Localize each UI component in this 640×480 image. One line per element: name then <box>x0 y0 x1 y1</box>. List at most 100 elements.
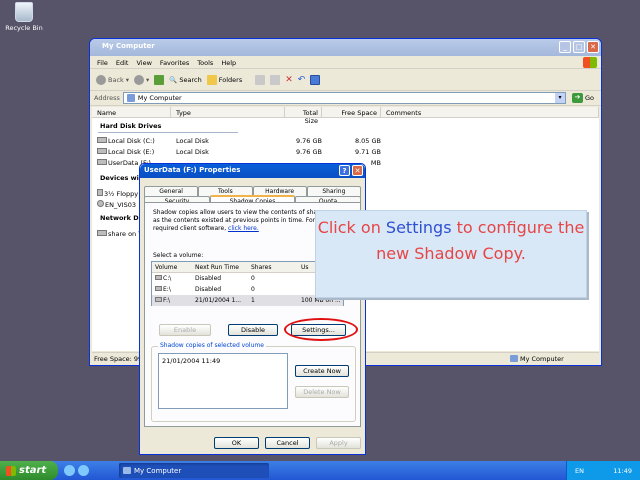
drive-total: 9.76 GB <box>295 147 322 156</box>
ok-button[interactable]: OK <box>214 437 259 449</box>
help-button[interactable]: ? <box>339 165 350 176</box>
device-name: 3½ Floppy <box>104 190 139 198</box>
window-title: My Computer <box>102 42 155 50</box>
close-button[interactable]: ✕ <box>587 41 599 53</box>
recycle-bin-icon <box>15 2 33 22</box>
volume-shares: 1 <box>251 297 255 304</box>
windows-flag-icon <box>6 465 16 476</box>
col-free-space[interactable]: Free Space <box>322 107 381 117</box>
menu-file[interactable]: File <box>97 59 108 68</box>
create-now-button[interactable]: Create Now <box>295 365 349 377</box>
tutorial-callout: Click on Settings to configure the new S… <box>315 210 587 298</box>
group-hard-disk: Hard Disk Drives <box>100 122 162 130</box>
views-icon[interactable] <box>310 74 321 85</box>
apply-button[interactable]: Apply <box>316 437 361 449</box>
back-button[interactable]: Back ▾ <box>96 74 129 85</box>
my-computer-icon <box>123 467 131 474</box>
move-to-icon[interactable] <box>255 74 266 85</box>
disable-button[interactable]: Disable <box>228 324 278 336</box>
shadow-copies-group: Shadow copies of selected volume 21/01/2… <box>151 342 356 422</box>
volume-next-run: 21/01/2004 1... <box>195 297 242 304</box>
drive-name: Local Disk (C:) <box>108 136 155 145</box>
network-drive-icon <box>97 229 107 236</box>
volume-shares: 0 <box>251 275 255 282</box>
col-name[interactable]: Name <box>92 107 171 117</box>
col-shares[interactable]: Shares <box>248 264 298 271</box>
dialog-title: UserData (F:) Properties <box>144 166 241 174</box>
recycle-bin-label: Recycle Bin <box>5 24 43 32</box>
folders-icon <box>206 74 217 85</box>
menu-help[interactable]: Help <box>221 59 236 68</box>
dialog-title-bar[interactable]: UserData (F:) Properties ? ✕ <box>140 164 365 178</box>
forward-arrow-icon <box>134 74 145 85</box>
taskbar-item-my-computer[interactable]: My Computer <box>119 463 269 478</box>
list-item[interactable]: Local Disk (E:) Local Disk 9.76 GB 9.71 … <box>92 146 599 157</box>
drive-free: 9.71 GB <box>354 147 381 156</box>
cancel-button[interactable]: Cancel <box>265 437 310 449</box>
start-button[interactable]: start <box>0 461 58 480</box>
col-type[interactable]: Type <box>171 107 285 117</box>
callout-highlight: Settings <box>385 218 452 237</box>
taskbar-item-label: My Computer <box>134 466 182 475</box>
cd-drive-icon <box>97 200 104 207</box>
toolbar: Back ▾ ▾ 🔍 Search Folders ✕ ↶ <box>90 69 601 91</box>
system-tray: EN 11:49 <box>566 461 640 480</box>
drive-icon <box>155 286 162 291</box>
hard-drive-icon <box>97 158 107 165</box>
properties-dialog: UserData (F:) Properties ? ✕ General Too… <box>139 163 366 455</box>
list-item[interactable]: Local Disk (C:) Local Disk 9.76 GB 8.05 … <box>92 135 599 146</box>
volume-next-run: Disabled <box>195 286 222 293</box>
list-header: Name Type Total Size Free Space Comments <box>92 107 599 125</box>
delete-icon[interactable]: ✕ <box>285 75 293 85</box>
show-desktop-icon[interactable] <box>64 465 75 476</box>
my-computer-icon <box>510 355 518 362</box>
internet-explorer-icon[interactable] <box>78 465 89 476</box>
col-total-size[interactable]: Total Size <box>285 107 322 125</box>
volume-next-run: Disabled <box>195 275 222 282</box>
go-button[interactable]: ➔ Go <box>569 93 597 103</box>
drive-free: 8.05 GB <box>354 136 381 145</box>
address-input[interactable]: My Computer ▾ <box>122 92 566 104</box>
folders-button[interactable]: Folders <box>206 74 242 85</box>
recycle-bin-desktop-icon[interactable]: Recycle Bin <box>4 2 44 32</box>
menu-favorites[interactable]: Favorites <box>160 59 189 68</box>
forward-button[interactable]: ▾ <box>134 74 149 85</box>
floppy-icon <box>97 189 103 196</box>
dialog-close-button[interactable]: ✕ <box>352 165 363 176</box>
group-label: Shadow copies of selected volume <box>158 342 266 349</box>
address-label: Address <box>94 94 120 102</box>
search-button[interactable]: 🔍 Search <box>169 76 201 84</box>
go-label: Go <box>584 94 594 102</box>
network-name: share on Y <box>108 229 143 238</box>
window-title-bar[interactable]: My Computer _ □ ✕ <box>90 39 601 56</box>
quick-launch <box>64 465 89 476</box>
description-line: required client software, <box>153 225 227 232</box>
language-indicator[interactable]: EN <box>575 467 584 475</box>
status-free-space: Free Space: 99 <box>94 354 143 363</box>
group-divider <box>98 132 238 133</box>
col-next-run[interactable]: Next Run Time <box>192 264 248 271</box>
enable-button[interactable]: Enable <box>159 324 211 336</box>
up-folder-icon[interactable] <box>154 74 165 85</box>
status-location: My Computer <box>510 355 564 363</box>
copy-to-icon[interactable] <box>270 74 281 85</box>
volume-name: E:\ <box>163 286 171 293</box>
maximize-button[interactable]: □ <box>573 41 585 53</box>
delete-now-button[interactable]: Delete Now <box>295 386 349 398</box>
taskbar: start My Computer EN 11:49 <box>0 461 640 480</box>
click-here-link[interactable]: click here. <box>228 225 259 232</box>
device-name: EN_VIS03 <box>105 201 136 209</box>
col-comments[interactable]: Comments <box>381 107 599 117</box>
drive-type: Local Disk <box>176 136 209 145</box>
shadow-copies-list[interactable]: 21/01/2004 11:49 <box>158 353 288 409</box>
minimize-button[interactable]: _ <box>559 41 571 53</box>
menu-tools[interactable]: Tools <box>197 59 213 68</box>
menu-edit[interactable]: Edit <box>116 59 129 68</box>
menu-view[interactable]: View <box>136 59 151 68</box>
col-volume[interactable]: Volume <box>152 264 192 271</box>
list-item[interactable]: 21/01/2004 11:49 <box>162 357 284 365</box>
undo-icon[interactable]: ↶ <box>298 75 306 85</box>
address-dropdown-icon[interactable]: ▾ <box>554 93 565 103</box>
col-used[interactable]: Us <box>298 264 309 271</box>
search-icon: 🔍 <box>169 75 178 84</box>
